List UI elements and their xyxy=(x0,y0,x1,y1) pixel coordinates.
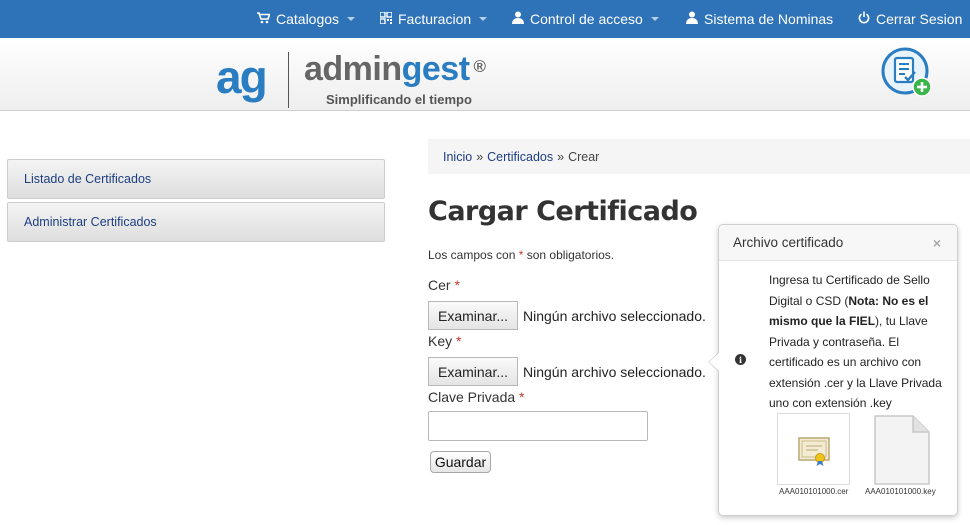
clave-privada-input[interactable] xyxy=(428,411,648,441)
key-file-caption: AAA010101000.key xyxy=(865,487,936,496)
cer-file-status: Ningún archivo seleccionado. xyxy=(523,308,706,324)
clave-privada-label: Clave Privada * xyxy=(428,389,525,405)
popover-arrow-inner xyxy=(709,353,719,371)
cer-file-thumbnail xyxy=(777,413,850,485)
required-note-text: son obligatorios. xyxy=(526,248,615,262)
sidebar-item-administrar-certificados[interactable]: Administrar Certificados xyxy=(7,202,385,242)
power-icon xyxy=(858,11,870,27)
close-icon[interactable]: × xyxy=(933,235,941,251)
new-document-icon[interactable] xyxy=(881,47,933,99)
cart-icon xyxy=(257,11,271,27)
info-icon: i xyxy=(735,354,746,365)
nav-facturacion[interactable]: Facturacion xyxy=(379,0,488,38)
key-label: Key * xyxy=(428,333,461,349)
nav-control-acceso-label: Control de acceso xyxy=(530,11,643,27)
clave-label-text: Clave Privada xyxy=(428,389,516,405)
required-mark: * xyxy=(518,248,524,262)
admingest-logo[interactable]: ag admingest ® Simplificando el tiempo xyxy=(216,50,516,110)
cer-label: Cer * xyxy=(428,277,460,293)
logo-wordmark: admingest ® xyxy=(304,50,486,88)
chevron-down-icon xyxy=(650,17,659,21)
key-browse-button[interactable]: Examinar... xyxy=(428,357,518,386)
certificate-icon xyxy=(798,437,830,466)
nav-nominas[interactable]: Sistema de Nominas xyxy=(686,0,833,38)
required-mark: * xyxy=(454,277,460,293)
nav-catalogos[interactable]: Catalogos xyxy=(257,0,356,38)
key-file-thumbnail xyxy=(863,413,936,485)
required-fields-note: Los campos con * son obligatorios. xyxy=(428,248,614,262)
guardar-button[interactable]: Guardar xyxy=(430,451,491,473)
required-mark: * xyxy=(456,333,462,349)
chevron-down-icon xyxy=(479,17,488,21)
breadcrumb-separator: » xyxy=(557,149,565,164)
popover-title: Archivo certificado xyxy=(733,235,844,250)
sidebar-item-label: Administrar Certificados xyxy=(24,215,157,229)
nav-facturacion-label: Facturacion xyxy=(398,11,472,27)
nav-control-acceso[interactable]: Control de acceso xyxy=(512,0,659,38)
user-icon xyxy=(686,11,698,27)
breadcrumb: Inicio » Certificados » Crear xyxy=(428,139,970,174)
file-icon xyxy=(874,415,930,485)
qr-code-icon xyxy=(379,10,393,27)
sidebar-item-listado-certificados[interactable]: Listado de Certificados xyxy=(7,159,385,199)
cer-file-caption: AAA010101000.cer xyxy=(779,487,849,496)
logo-mark: ag xyxy=(216,51,268,103)
breadcrumb-certificados-link[interactable]: Certificados xyxy=(487,150,553,164)
nav-nominas-label: Sistema de Nominas xyxy=(704,11,834,27)
page-title: Cargar Certificado xyxy=(428,196,698,227)
nav-catalogos-label: Catalogos xyxy=(276,11,340,27)
logo-name-a: admin xyxy=(304,50,402,88)
key-file-status: Ningún archivo seleccionado. xyxy=(523,364,706,380)
logo-divider xyxy=(288,52,289,108)
logo-tagline: Simplificando el tiempo xyxy=(326,92,472,107)
sidebar-item-label: Listado de Certificados xyxy=(24,172,152,186)
nav-cerrar-sesion-label: Cerrar Sesion xyxy=(876,11,963,27)
popover-text: ), tu Llave Privada y contraseña. El cer… xyxy=(769,314,942,410)
registered-mark: ® xyxy=(473,57,487,76)
breadcrumb-inicio-link[interactable]: Inicio xyxy=(443,150,472,164)
cer-browse-button[interactable]: Examinar... xyxy=(428,301,518,330)
chevron-down-icon xyxy=(347,17,356,21)
help-popover: Archivo certificado × i Ingresa tu Certi… xyxy=(718,224,958,516)
popover-header: Archivo certificado xyxy=(719,225,957,261)
popover-body: Ingresa tu Certificado de Sello Digital … xyxy=(769,270,949,414)
breadcrumb-current: Crear xyxy=(568,149,600,164)
cer-label-text: Cer xyxy=(428,277,451,293)
logo-name-b: gest xyxy=(401,50,470,88)
key-label-text: Key xyxy=(428,333,453,349)
top-navbar: Catalogos Facturacion Control de acceso … xyxy=(0,0,970,38)
required-mark: * xyxy=(519,389,525,405)
breadcrumb-separator: » xyxy=(476,149,484,164)
required-note-text: Los campos con xyxy=(428,248,516,262)
nav-cerrar-sesion[interactable]: Cerrar Sesion xyxy=(858,0,962,38)
user-icon xyxy=(512,11,524,27)
